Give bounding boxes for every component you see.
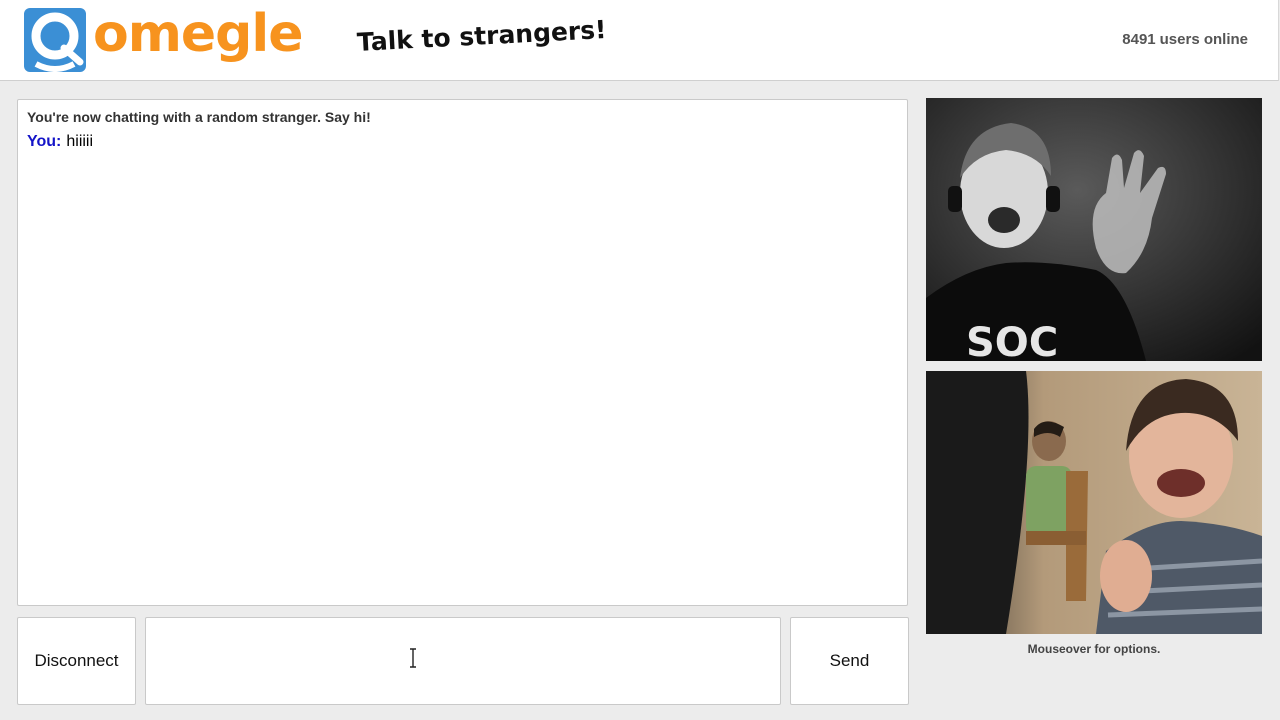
video-options-hint: Mouseover for options. — [1027, 642, 1161, 656]
omegle-logo-icon[interactable] — [24, 8, 86, 72]
message-text: hiiiii — [66, 133, 94, 150]
svg-text:SOC: SOC — [966, 320, 1058, 361]
tagline: Talk to strangers! — [356, 14, 608, 57]
logo-wordmark[interactable]: omegle — [93, 4, 303, 64]
your-video-frame — [926, 371, 1262, 634]
stranger-video-frame: SOC — [926, 98, 1262, 361]
stranger-video[interactable]: SOC — [926, 98, 1262, 361]
disconnect-button[interactable]: Disconnect — [17, 617, 136, 705]
users-count: 8491 — [1122, 31, 1156, 48]
text-cursor-icon — [410, 648, 416, 668]
users-online-count: 8491 users online — [1122, 31, 1252, 48]
message-input[interactable] — [145, 617, 781, 705]
users-label: users online — [1159, 31, 1248, 48]
sender-label: You: — [27, 133, 62, 150]
site-header: omegle Talk to strangers! 8491 users onli… — [0, 0, 1279, 81]
status-message: You're now chatting with a random strang… — [27, 109, 371, 125]
chat-log[interactable]: You're now chatting with a random strang… — [17, 99, 908, 606]
chat-message: You: hiiiii — [27, 133, 898, 151]
your-video[interactable] — [926, 371, 1262, 634]
send-button[interactable]: Send — [790, 617, 909, 705]
